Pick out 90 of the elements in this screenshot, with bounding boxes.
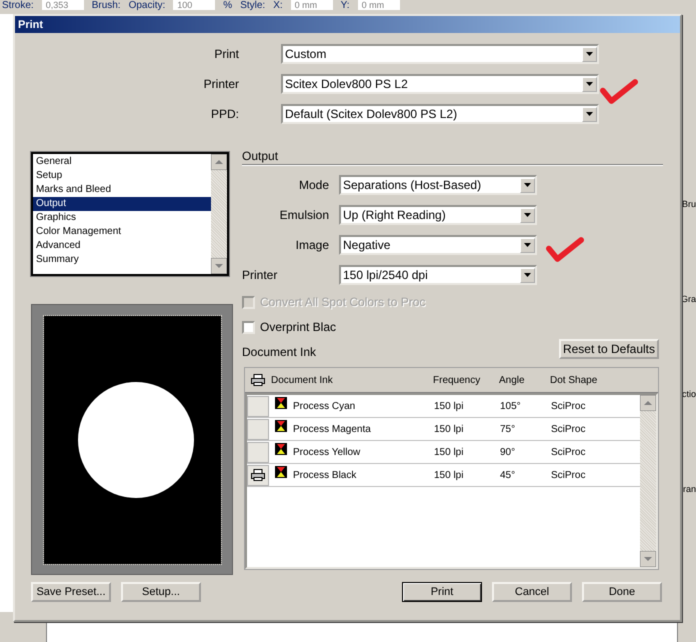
- reset-button[interactable]: Reset to Defaults: [558, 339, 659, 359]
- dialog-button[interactable]: Save Preset...: [31, 582, 111, 602]
- toolbar-label: Stroke:: [2, 0, 34, 12]
- dialog-button[interactable]: Print: [402, 582, 482, 602]
- column-header[interactable]: Document Ink: [271, 374, 433, 386]
- print-toggle[interactable]: [247, 442, 269, 462]
- table-cell-text: Process Black: [293, 470, 358, 480]
- toolbar-label: Style:: [240, 0, 266, 12]
- table-cell-text: Process Magenta: [293, 424, 372, 434]
- caret-icon: [524, 213, 531, 217]
- caret-icon: [586, 52, 593, 56]
- window-title: Print: [18, 18, 44, 30]
- checkbox-label: Overprint Blac: [260, 320, 336, 334]
- print-toggle[interactable]: [247, 464, 269, 486]
- dialog-button[interactable]: Setup...: [121, 582, 201, 602]
- table-cell-text: 90°: [500, 446, 516, 458]
- panel-label: ran: [682, 484, 696, 494]
- printer-icon: [251, 469, 265, 481]
- dropdown[interactable]: Negative: [339, 235, 537, 255]
- check-mark-icon: [546, 237, 584, 262]
- scroll-up-icon: [640, 395, 656, 411]
- field-label: Mode: [298, 178, 329, 192]
- list-item[interactable]: General: [33, 155, 211, 169]
- list-item[interactable]: Color Management: [33, 225, 211, 239]
- caret-icon: [524, 273, 531, 277]
- scroll-up-icon: [211, 154, 227, 170]
- column-header[interactable]: Angle: [499, 374, 550, 386]
- section-label: Document Ink: [242, 345, 316, 359]
- input-field[interactable]: 0 mm: [290, 0, 333, 10]
- check-mark-icon: [600, 79, 638, 104]
- toolbar-label: %: [223, 0, 232, 12]
- dialog-button[interactable]: Done: [582, 582, 662, 602]
- column-header[interactable]: Frequency: [433, 374, 499, 386]
- dropdown[interactable]: Custom: [281, 44, 599, 64]
- field-label: Image: [296, 238, 329, 252]
- column-header[interactable]: Dot Shape: [550, 374, 598, 386]
- table-cell: SciProc: [551, 400, 586, 412]
- field-label: Print: [214, 47, 239, 61]
- dropdown[interactable]: 150 lpi/2540 dpi: [339, 265, 537, 285]
- caret-icon: [586, 112, 593, 116]
- toolbar-label: Brush:: [92, 0, 121, 12]
- list-item[interactable]: Marks and Bleed: [33, 183, 211, 197]
- print-toggle[interactable]: [247, 396, 269, 416]
- table-cell-text: 150 lpi: [434, 446, 464, 458]
- ink-swatch-icon: [275, 443, 287, 455]
- table-cell: SciProc: [551, 470, 586, 480]
- scroll-down-icon: [211, 258, 227, 274]
- toolbar-label: X:: [273, 0, 283, 12]
- field-label: Printer: [242, 268, 278, 282]
- table-cell: SciProc: [551, 446, 586, 458]
- list-item[interactable]: Advanced: [33, 239, 211, 253]
- ink-swatch-icon: [275, 420, 287, 432]
- input-field[interactable]: 0 mm: [358, 0, 400, 10]
- table-cell: SciProc: [551, 424, 586, 434]
- table-cell-text: Process Yellow: [293, 446, 362, 458]
- table-cell-text: Process Cyan: [293, 400, 356, 412]
- dropdown[interactable]: Separations (Host-Based): [339, 175, 537, 195]
- toolbar-label: Y:: [340, 0, 350, 12]
- field-label: PPD:: [210, 107, 239, 121]
- table-cell-text: 150 lpi: [434, 470, 464, 480]
- list-item[interactable]: Output: [33, 197, 211, 211]
- ink-swatch-icon: [275, 466, 287, 478]
- print-toggle[interactable]: [247, 418, 269, 440]
- scrollbar[interactable]: [640, 395, 656, 567]
- dropdown[interactable]: Default (Scitex Dolev800 PS L2): [281, 104, 599, 124]
- scrollbar[interactable]: [211, 154, 227, 274]
- checkbox[interactable]: [242, 320, 255, 334]
- field-label: Emulsion: [280, 208, 329, 222]
- section-title: Output: [242, 149, 663, 165]
- table-cell-text: 75°: [500, 424, 516, 434]
- list-item[interactable]: Graphics: [33, 211, 211, 225]
- list-item[interactable]: Setup: [33, 169, 211, 183]
- printer-icon: [251, 374, 265, 386]
- dropdown[interactable]: Up (Right Reading): [339, 205, 537, 225]
- table-cell-text: 45°: [500, 470, 516, 480]
- table-cell-text: 105°: [500, 400, 522, 412]
- table-cell-text: 150 lpi: [434, 400, 464, 412]
- input-field[interactable]: 0,353: [42, 0, 84, 10]
- caret-icon: [524, 243, 531, 247]
- dialog-button[interactable]: Cancel: [492, 582, 572, 602]
- input-field[interactable]: 100: [173, 0, 216, 10]
- table-cell-text: 150 lpi: [434, 424, 464, 434]
- toolbar-label: Opacity:: [128, 0, 166, 12]
- list-item[interactable]: Summary: [33, 253, 211, 267]
- scroll-down-icon: [640, 551, 656, 567]
- field-label: Printer: [204, 77, 239, 91]
- ink-swatch-icon: [275, 397, 287, 409]
- caret-icon: [586, 82, 593, 86]
- dropdown[interactable]: Scitex Dolev800 PS L2: [281, 74, 599, 94]
- caret-icon: [524, 183, 531, 187]
